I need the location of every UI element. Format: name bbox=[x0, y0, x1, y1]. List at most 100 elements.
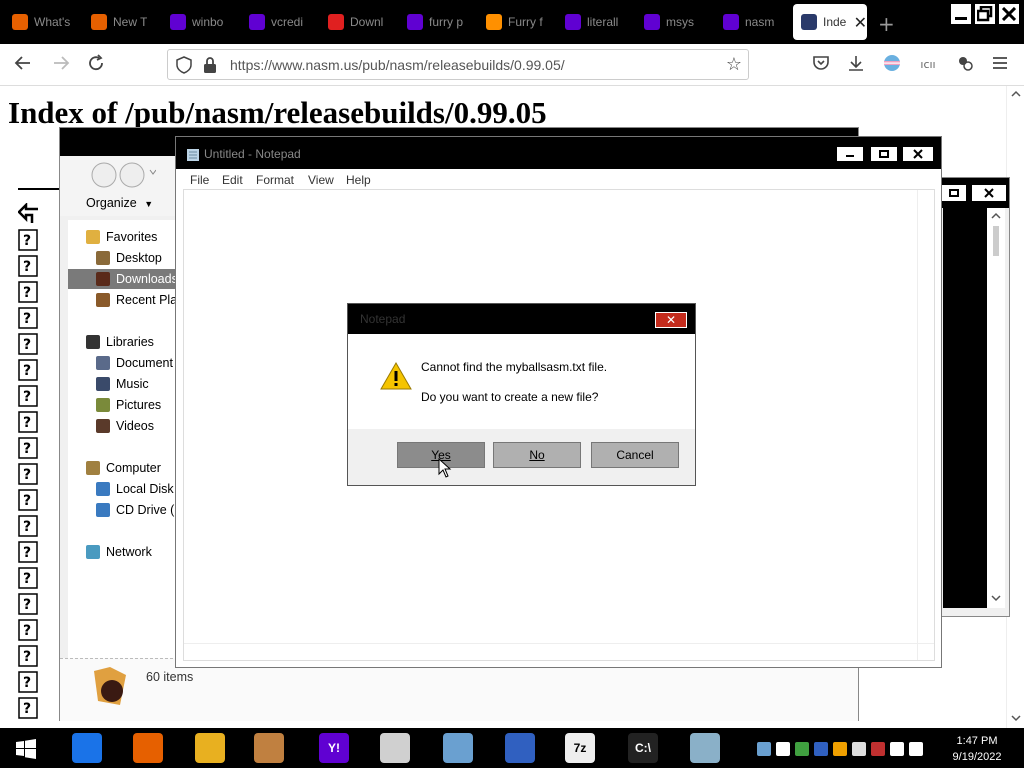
nav-item[interactable]: Local Disk bbox=[68, 479, 183, 499]
nav-item[interactable]: Favorites bbox=[68, 227, 183, 247]
dialog-close-button[interactable]: ✕ bbox=[655, 312, 687, 328]
notepad-vertical-scrollbar[interactable] bbox=[917, 190, 934, 660]
file-icon[interactable]: ? bbox=[18, 281, 38, 303]
nav-item[interactable]: Pictures bbox=[68, 395, 183, 415]
chrome-icon[interactable] bbox=[72, 733, 102, 763]
browser-tab[interactable]: msys bbox=[636, 4, 714, 40]
menu-help[interactable]: Help bbox=[346, 173, 371, 187]
firefox-icon[interactable] bbox=[133, 733, 163, 763]
file-icon[interactable]: ? bbox=[18, 255, 38, 277]
tray-action-center-icon[interactable] bbox=[890, 742, 904, 756]
tray-security-icon[interactable] bbox=[852, 742, 866, 756]
file-icon[interactable]: ? bbox=[18, 619, 38, 641]
bookmark-star-icon[interactable]: ☆ bbox=[726, 54, 742, 75]
parent-directory-icon[interactable] bbox=[17, 201, 38, 225]
back-forward-buttons-icon[interactable] bbox=[90, 160, 156, 190]
start-button[interactable] bbox=[16, 739, 36, 763]
file-icon[interactable]: ? bbox=[18, 489, 38, 511]
file-icon[interactable]: ? bbox=[18, 333, 38, 355]
nav-item[interactable]: Videos bbox=[68, 416, 183, 436]
notepad-close-button[interactable] bbox=[902, 146, 934, 162]
console-maximize-button[interactable] bbox=[941, 184, 967, 202]
reload-button[interactable] bbox=[85, 54, 107, 77]
nav-item[interactable]: CD Drive (E bbox=[68, 500, 183, 520]
file-icon[interactable]: ? bbox=[18, 541, 38, 563]
console-close-button[interactable] bbox=[971, 184, 1007, 202]
no-button[interactable]: No bbox=[493, 442, 581, 468]
account-button[interactable] bbox=[881, 54, 903, 77]
tray-search-icon[interactable] bbox=[833, 742, 847, 756]
pocket-button[interactable] bbox=[810, 54, 832, 77]
tracking-shield-icon[interactable] bbox=[176, 56, 192, 78]
tray-blocked-icon[interactable] bbox=[871, 742, 885, 756]
console-output[interactable] bbox=[943, 208, 988, 608]
nav-item[interactable]: Document bbox=[68, 353, 183, 373]
file-icon[interactable]: ? bbox=[18, 671, 38, 693]
mixer-icon[interactable] bbox=[380, 733, 410, 763]
browser-tab[interactable]: nasm bbox=[715, 4, 793, 40]
file-icon[interactable]: ? bbox=[18, 385, 38, 407]
menu-format[interactable]: Format bbox=[256, 173, 294, 187]
lock-icon[interactable] bbox=[203, 56, 217, 78]
nav-item[interactable]: Libraries bbox=[68, 332, 183, 352]
file-icon[interactable]: ? bbox=[18, 437, 38, 459]
new-tab-button[interactable]: + bbox=[878, 12, 895, 36]
browser-tab[interactable]: vcredi bbox=[241, 4, 319, 40]
file-icon[interactable]: ? bbox=[18, 463, 38, 485]
notepad-icon[interactable] bbox=[690, 733, 720, 763]
browser-tab[interactable]: literall bbox=[557, 4, 635, 40]
console-title-bar[interactable] bbox=[939, 178, 1009, 208]
paint-icon[interactable] bbox=[254, 733, 284, 763]
tray-clipboard-icon[interactable] bbox=[776, 742, 790, 756]
file-icon[interactable]: ? bbox=[18, 411, 38, 433]
dialog-title-bar[interactable]: Notepad ✕ bbox=[348, 304, 695, 334]
tray-browser-icon[interactable] bbox=[814, 742, 828, 756]
close-tab-icon[interactable]: ✕ bbox=[854, 13, 867, 32]
restore-window-button[interactable] bbox=[973, 2, 997, 26]
nav-item[interactable]: Music bbox=[68, 374, 183, 394]
menu-edit[interactable]: Edit bbox=[222, 173, 243, 187]
back-button[interactable] bbox=[12, 54, 34, 77]
console-scrollbar[interactable] bbox=[987, 208, 1005, 608]
file-icon[interactable]: ? bbox=[18, 567, 38, 589]
7zip-icon[interactable]: 7z bbox=[565, 733, 595, 763]
cancel-button[interactable]: Cancel bbox=[591, 442, 679, 468]
yahoo-messenger-icon[interactable]: Y! bbox=[319, 733, 349, 763]
browser-tab[interactable]: Downl bbox=[320, 4, 398, 40]
tray-display-icon[interactable] bbox=[757, 742, 771, 756]
network-tool-icon[interactable] bbox=[505, 733, 535, 763]
menu-file[interactable]: File bbox=[190, 173, 209, 187]
address-bar[interactable]: https://www.nasm.us/pub/nasm/releasebuil… bbox=[167, 49, 749, 80]
file-icon[interactable]: ? bbox=[18, 697, 38, 719]
downloads-button[interactable] bbox=[845, 54, 867, 77]
nav-item[interactable]: Downloads bbox=[68, 269, 183, 289]
nav-item[interactable]: Computer bbox=[68, 458, 183, 478]
file-icon[interactable]: ? bbox=[18, 307, 38, 329]
file-icon[interactable]: ? bbox=[18, 593, 38, 615]
nav-item[interactable]: Network bbox=[68, 542, 183, 562]
url-text[interactable]: https://www.nasm.us/pub/nasm/releasebuil… bbox=[230, 57, 565, 73]
cmd-icon[interactable]: C:\ bbox=[628, 733, 658, 763]
nav-item[interactable]: Recent Pla bbox=[68, 290, 183, 310]
minimize-window-button[interactable] bbox=[949, 2, 973, 26]
file-icon[interactable]: ? bbox=[18, 645, 38, 667]
menu-button[interactable] bbox=[989, 54, 1011, 77]
notepad-maximize-button[interactable] bbox=[870, 146, 898, 162]
tray-volume-icon[interactable] bbox=[909, 742, 923, 756]
close-window-button[interactable] bbox=[997, 2, 1021, 26]
file-icon[interactable]: ? bbox=[18, 515, 38, 537]
monitor-icon[interactable] bbox=[443, 733, 473, 763]
browser-tab[interactable]: New T bbox=[83, 4, 161, 40]
notepad-title-bar[interactable]: Untitled - Notepad bbox=[176, 137, 941, 169]
browser-tab[interactable]: winbo bbox=[162, 4, 240, 40]
notepad-horizontal-scrollbar[interactable] bbox=[184, 643, 934, 660]
organize-menu[interactable]: Organize ▼ bbox=[86, 196, 153, 210]
nav-item[interactable]: Desktop bbox=[68, 248, 183, 268]
file-explorer-icon[interactable] bbox=[195, 733, 225, 763]
browser-tab[interactable]: furry p bbox=[399, 4, 477, 40]
menu-view[interactable]: View bbox=[308, 173, 334, 187]
extensions-button[interactable] bbox=[954, 54, 976, 77]
notepad-minimize-button[interactable] bbox=[836, 146, 864, 162]
file-icon[interactable]: ? bbox=[18, 359, 38, 381]
forward-button[interactable] bbox=[50, 54, 72, 77]
